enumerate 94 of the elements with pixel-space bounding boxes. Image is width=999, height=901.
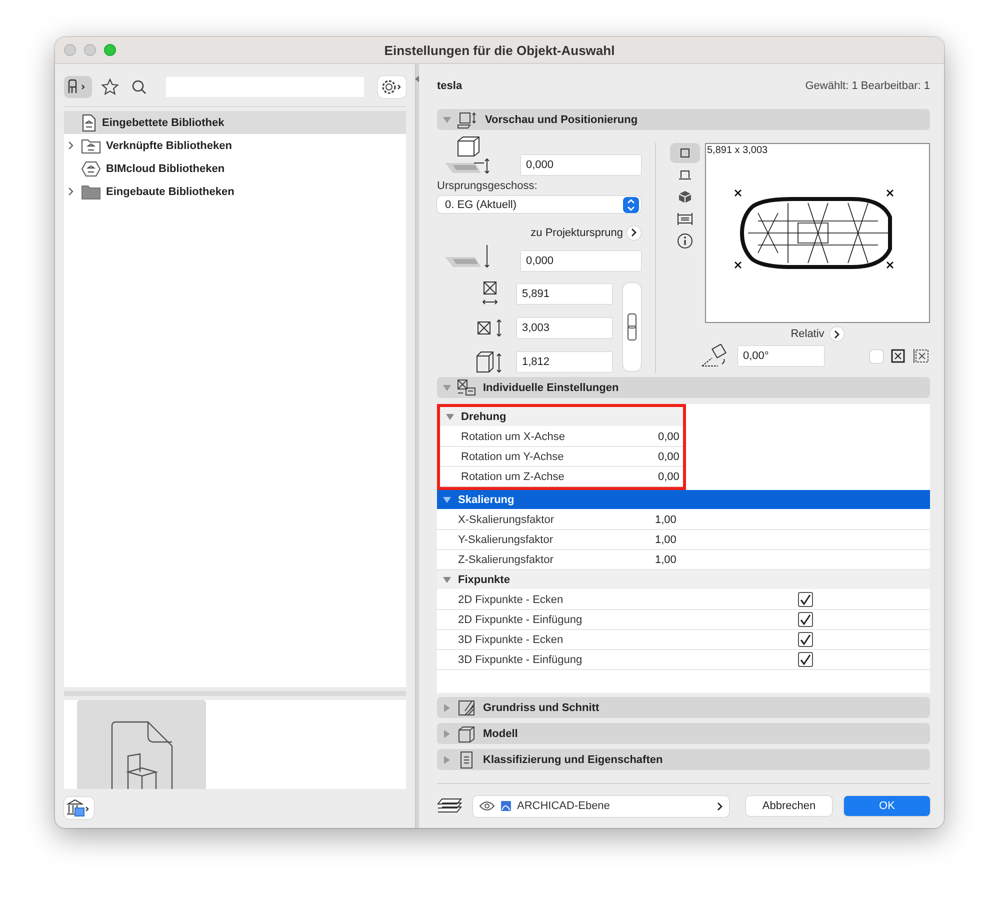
- origin-label: zu Projektursprung: [530, 226, 623, 239]
- plan-view-button[interactable]: [670, 143, 700, 163]
- parameter-name: Rotation um Y-Achse: [460, 450, 565, 462]
- elevation-icon: [678, 169, 692, 181]
- library-item[interactable]: Eingebaute Bibliotheken: [64, 180, 406, 203]
- settings-table-icon: [457, 378, 477, 396]
- hexagon-icon: [81, 160, 101, 176]
- object-library-button[interactable]: [64, 76, 92, 98]
- parameter-value[interactable]: 0,00: [658, 470, 680, 482]
- cube-icon: [678, 190, 692, 204]
- story-label: Ursprungsgeschoss:: [437, 180, 538, 192]
- disclosure-triangle-icon: [443, 384, 451, 392]
- library-item[interactable]: BIMcloud Bibliotheken: [64, 157, 406, 180]
- angle-field[interactable]: 0,00°: [738, 346, 824, 366]
- info-icon: [677, 233, 693, 249]
- layer-logo-icon: [501, 801, 511, 811]
- chair-document-drawing: [110, 720, 174, 789]
- parameter-checkbox[interactable]: [799, 653, 812, 666]
- parameter-name: 2D Fixpunkte - Einfügung: [457, 614, 584, 626]
- dimension-field[interactable]: 1,812: [517, 352, 612, 372]
- disclosure-triangle-icon: [443, 730, 451, 738]
- panel-header[interactable]: Modell: [437, 723, 930, 744]
- ok-button[interactable]: OK: [844, 796, 930, 816]
- chevron-icon: [717, 802, 723, 810]
- chevron-icon[interactable]: [68, 187, 74, 196]
- chain-link-icon: [627, 313, 637, 341]
- parameter-value[interactable]: 0,00: [658, 430, 680, 442]
- chevron-icon: [631, 228, 637, 238]
- dimension-field[interactable]: 5,891: [517, 284, 612, 304]
- box-icon: [457, 724, 477, 742]
- object-name: tesla: [437, 80, 462, 94]
- library-item[interactable]: Eingebettete Bibliothek: [64, 111, 406, 134]
- group-row[interactable]: Fixpunkte: [437, 570, 930, 590]
- disclosure-triangle-icon: [446, 412, 454, 420]
- layers-icon: [437, 797, 463, 815]
- parameter-name: Rotation um X-Achse: [460, 430, 566, 442]
- elevation-field[interactable]: 0,000: [521, 155, 641, 175]
- square-icon: [679, 147, 691, 159]
- panel-header[interactable]: Grundriss und Schnitt: [437, 697, 930, 718]
- parameter-value[interactable]: 1,00: [655, 554, 676, 566]
- preview-icon: [457, 110, 479, 128]
- parameter-name: Rotation um Z-Achse: [460, 470, 566, 482]
- window-title: Einstellungen für die Objekt-Auswahl: [384, 42, 615, 58]
- dimension-field[interactable]: 3,003: [517, 318, 612, 338]
- library-item[interactable]: Verknüpfte Bibliotheken: [64, 134, 406, 157]
- parameter-value[interactable]: 1,00: [655, 514, 676, 526]
- panel-header[interactable]: Individuelle Einstellungen: [437, 377, 930, 398]
- stepper-arrows-icon: [623, 196, 639, 213]
- mirrored-box-icon: [913, 349, 929, 363]
- parameter-name: Y-Skalierungsfaktor: [457, 534, 554, 546]
- settings-button[interactable]: [378, 76, 406, 98]
- link-proportions-button[interactable]: [623, 283, 641, 371]
- story-dropdown[interactable]: 0. EG (Aktuell): [437, 196, 641, 214]
- layer-dropdown[interactable]: ARCHICAD-Ebene: [473, 796, 729, 816]
- disclosure-triangle-icon: [443, 704, 451, 712]
- elevation-field[interactable]: 0,000: [521, 251, 641, 271]
- relative-chevron-button[interactable]: [830, 327, 844, 341]
- group-row[interactable]: Skalierung: [437, 490, 930, 510]
- parameter-checkbox[interactable]: [799, 633, 812, 646]
- library-manager-button[interactable]: [64, 797, 94, 819]
- parameter-checkbox[interactable]: [799, 593, 812, 606]
- parameter-value[interactable]: 1,00: [655, 534, 676, 546]
- mirror-checkbox[interactable]: [870, 350, 883, 362]
- collapse-arrow-icon[interactable]: [415, 75, 419, 83]
- parameter-name: 3D Fixpunkte - Ecken: [457, 634, 564, 646]
- section-icon: [677, 212, 693, 226]
- panel-header[interactable]: Klassifizierung und Eigenschaften: [437, 749, 930, 770]
- parameter-name: 3D Fixpunkte - Einfügung: [457, 654, 584, 666]
- cancel-button[interactable]: Abbrechen: [746, 796, 832, 816]
- star-icon[interactable]: [101, 78, 119, 96]
- group-row[interactable]: Drehung: [440, 407, 683, 427]
- size-caption: 5,891 x 3,003: [707, 145, 768, 156]
- disclosure-triangle-icon: [443, 576, 451, 584]
- anchor-box-icon: [891, 349, 905, 363]
- disclosure-triangle-icon: [443, 756, 451, 764]
- selection-info: Gewählt: 1 Bearbeitbar: 1: [805, 80, 930, 94]
- folder-icon: [81, 138, 101, 154]
- disclosure-triangle-icon: [443, 496, 451, 504]
- relative-label: Relativ: [790, 328, 824, 340]
- origin-chevron-button[interactable]: [627, 226, 641, 240]
- panel-header[interactable]: Vorschau und Positionierung: [437, 109, 930, 130]
- document-icon: [81, 114, 97, 132]
- parameter-name: 2D Fixpunkte - Ecken: [457, 594, 564, 606]
- parameter-name: Z-Skalierungsfaktor: [457, 554, 554, 566]
- parameter-name: X-Skalierungsfaktor: [457, 514, 555, 526]
- chevron-icon: [834, 330, 840, 338]
- hatched-square-icon: [457, 698, 477, 716]
- parameter-checkbox[interactable]: [799, 613, 812, 626]
- disclosure-triangle-icon: [443, 116, 451, 124]
- folder-icon: [81, 184, 101, 200]
- eye-icon: [479, 801, 495, 811]
- search-icon[interactable]: [131, 79, 147, 95]
- chevron-icon[interactable]: [68, 141, 74, 150]
- parameter-value[interactable]: 0,00: [658, 450, 680, 462]
